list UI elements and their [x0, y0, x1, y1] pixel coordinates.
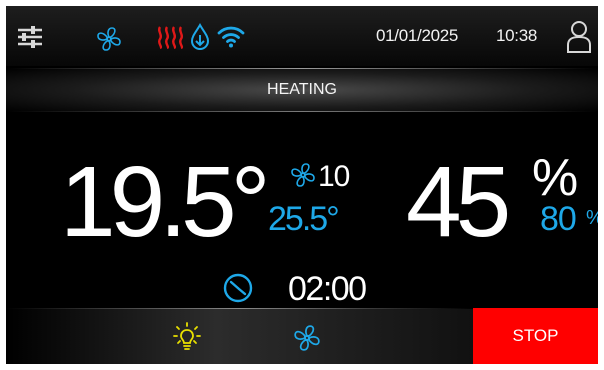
fan-icon[interactable] [96, 26, 122, 52]
timer-icon[interactable] [222, 272, 254, 304]
humidity-setpoint[interactable]: 80 [540, 200, 577, 239]
time-display: 10:38 [496, 26, 538, 45]
water-drop-icon [189, 23, 211, 51]
fan-speed-value: 10 [318, 160, 350, 193]
settings-sliders-icon[interactable] [16, 26, 44, 48]
date-display: 01/01/2025 [376, 26, 459, 45]
bottom-bar [6, 308, 473, 364]
thermostat-screen: 01/01/2025 10:38 HEATING 19.5° 10 25.5° … [6, 6, 598, 364]
fan-control-icon[interactable] [293, 324, 321, 352]
temperature-setpoint[interactable]: 25.5° [268, 200, 340, 239]
current-humidity: 45 [406, 146, 511, 258]
wifi-icon[interactable] [216, 24, 246, 48]
fan-speed-icon [290, 162, 316, 188]
timer-value: 02:00 [288, 270, 367, 308]
light-bulb-icon[interactable] [172, 322, 202, 352]
heating-icon [156, 24, 184, 50]
humidity-setpoint-unit: % [586, 207, 598, 230]
mode-label: HEATING [267, 81, 337, 98]
user-icon[interactable] [566, 20, 592, 54]
current-temperature: 19.5° [60, 146, 271, 258]
humidity-unit: % [532, 149, 579, 207]
stop-button[interactable]: STOP [473, 308, 598, 364]
